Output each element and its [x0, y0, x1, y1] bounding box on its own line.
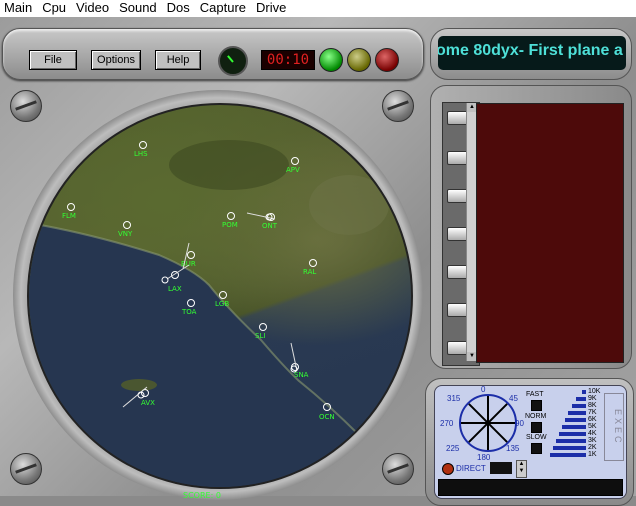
altitude-bar[interactable] — [582, 390, 586, 394]
altitude-bar[interactable] — [572, 404, 586, 408]
aircraft-icon — [137, 391, 145, 399]
menu-cpu[interactable]: Cpu — [37, 0, 71, 17]
aircraft-group — [137, 213, 298, 399]
heading-label: 0 — [481, 385, 486, 394]
clock-dial-icon — [218, 46, 248, 76]
altitude-label: 8K — [588, 402, 597, 409]
top-control-panel: File Options Help 00:10 — [2, 28, 424, 80]
game-timer: 00:10 — [261, 50, 315, 70]
altitude-label: 6K — [588, 416, 597, 423]
menu-main[interactable]: Main — [0, 0, 37, 17]
game-window: File Options Help 00:10 ome 80dyx- First… — [0, 17, 636, 506]
altitude-bar[interactable] — [559, 432, 586, 436]
altitude-bar[interactable] — [568, 411, 586, 415]
red-light-icon — [375, 48, 399, 72]
menu-capture[interactable]: Capture — [195, 0, 251, 17]
altitude-bar[interactable] — [565, 418, 586, 422]
heading-label: 90 — [515, 419, 524, 428]
direct-spinner[interactable]: ▲ ▼ — [516, 460, 527, 478]
direct-label: DIRECT — [456, 464, 486, 473]
green-light-icon — [319, 48, 343, 72]
aircraft-icon — [265, 213, 273, 221]
flight-strip-view — [476, 103, 624, 363]
speed-label: SLOW — [526, 434, 547, 441]
aircraft-icon — [161, 276, 169, 284]
heading-label: 135 — [506, 444, 520, 453]
menu-drive[interactable]: Drive — [251, 0, 291, 17]
ticker-text: ome 80dyx- First plane a — [438, 42, 623, 59]
heading-label: 315 — [447, 394, 461, 403]
altitude-label: 4K — [588, 430, 597, 437]
file-button[interactable]: File — [29, 50, 77, 70]
exec-button[interactable]: EXEC — [604, 393, 624, 461]
speed-label: FAST — [526, 391, 544, 398]
altitude-label: 9K — [588, 395, 597, 402]
speed-fast-button[interactable] — [531, 400, 542, 411]
heading-label: 225 — [446, 444, 460, 453]
altitude-bar[interactable] — [550, 453, 586, 457]
altitude-label: 7K — [588, 409, 597, 416]
message-ticker: ome 80dyx- First plane a — [430, 28, 632, 80]
altitude-label: 10K — [588, 388, 601, 395]
command-input[interactable] — [438, 479, 623, 496]
menu-dos[interactable]: Dos — [162, 0, 195, 17]
speed-slow-button[interactable] — [531, 443, 542, 454]
menu-bar: Main Cpu Video Sound Dos Capture Drive — [0, 0, 636, 17]
direct-target-field[interactable] — [490, 462, 512, 474]
speed-norm-button[interactable] — [531, 422, 542, 433]
altitude-bar[interactable] — [576, 397, 586, 401]
altitude-bar[interactable] — [556, 439, 586, 443]
altitude-label: 2K — [588, 444, 597, 451]
speed-label: NORM — [525, 413, 547, 420]
altitude-label: 5K — [588, 423, 597, 430]
options-button[interactable]: Options — [91, 50, 141, 70]
menu-video[interactable]: Video — [71, 0, 114, 17]
heading-label: 180 — [477, 453, 491, 462]
aircraft-icon — [290, 365, 298, 373]
altitude-bar[interactable] — [553, 446, 586, 450]
altitude-label: 3K — [588, 437, 597, 444]
altitude-label: 1K — [588, 451, 597, 458]
heading-label: 45 — [509, 394, 518, 403]
altitude-bar[interactable] — [562, 425, 586, 429]
heading-label: 270 — [440, 419, 454, 428]
help-button[interactable]: Help — [155, 50, 201, 70]
yellow-light-icon — [347, 48, 371, 72]
radar-screen[interactable]: LHS APV FLM VNY POM ONT BUR RAL LAX LGB … — [27, 103, 413, 489]
menu-sound[interactable]: Sound — [114, 0, 162, 17]
direct-icon[interactable] — [442, 463, 454, 475]
